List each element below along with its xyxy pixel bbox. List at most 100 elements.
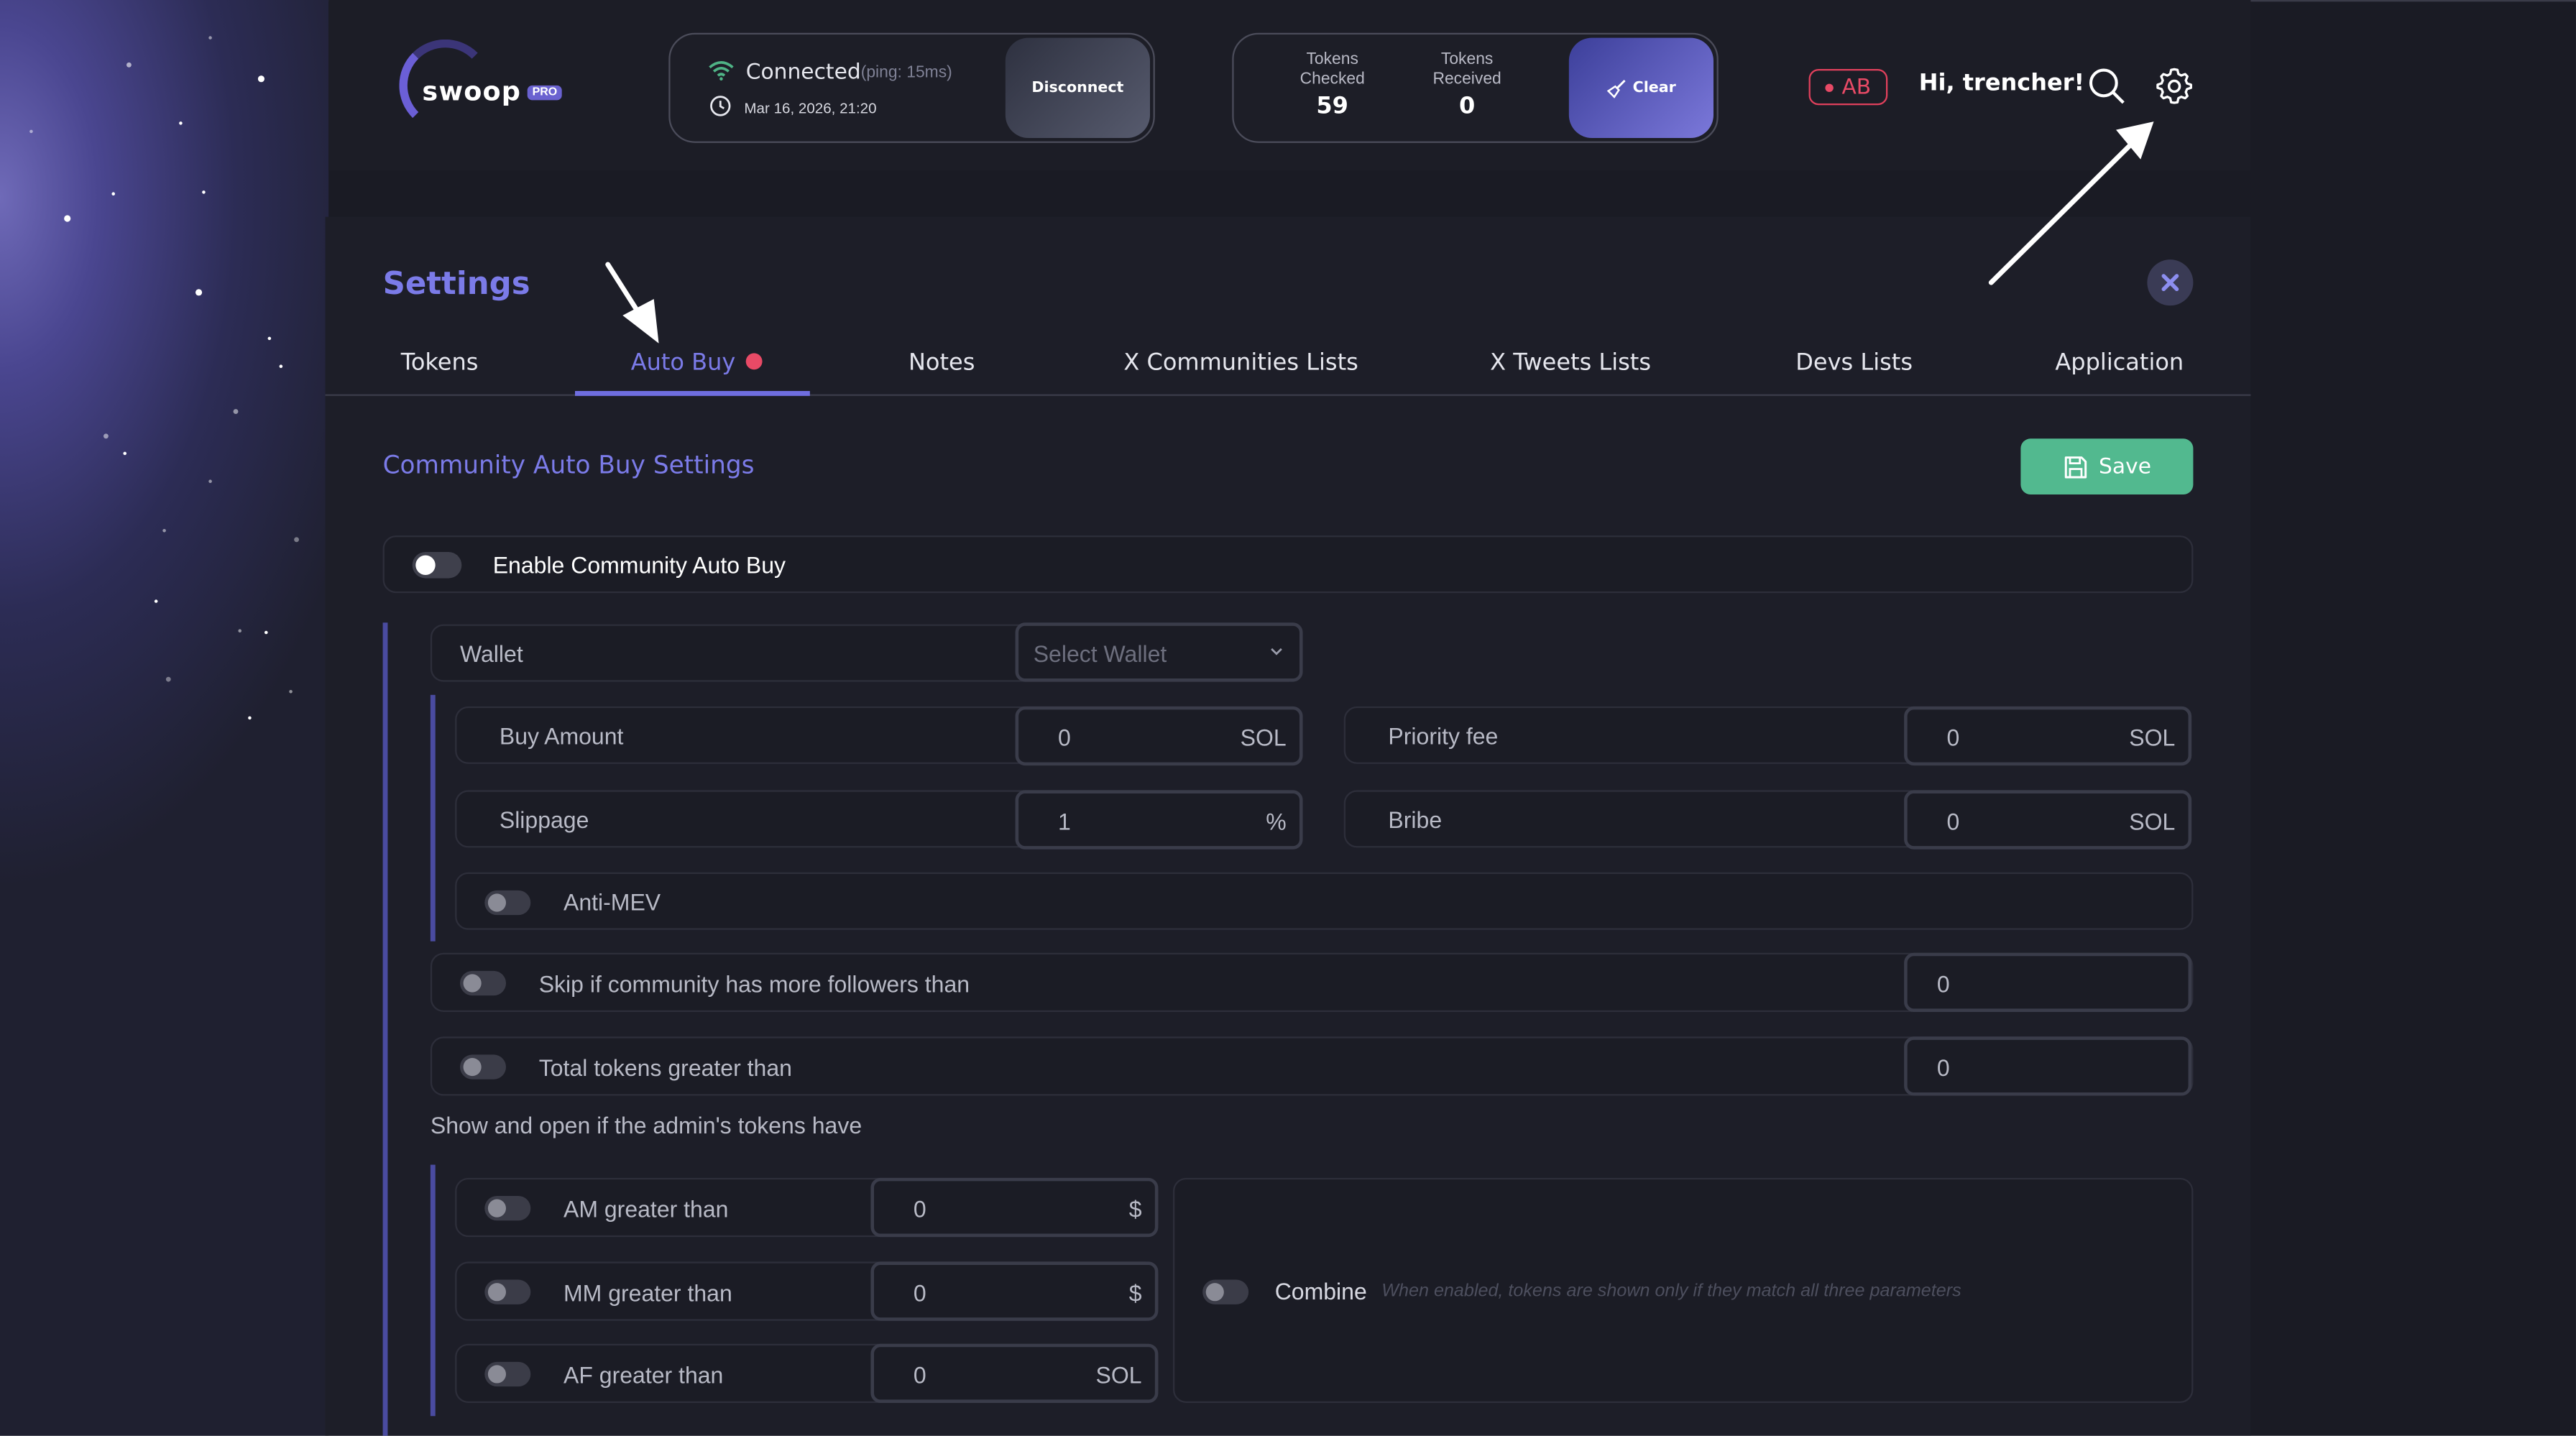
star (123, 451, 126, 456)
star (126, 62, 132, 68)
combine-label: Combine (1274, 1278, 1367, 1304)
section-title: Community Auto Buy Settings (382, 450, 755, 480)
skip-followers-input[interactable]: 0 (1904, 952, 2192, 1012)
toggle-knob (487, 1365, 506, 1384)
active-tab-underline (574, 390, 810, 396)
close-icon (2161, 274, 2179, 292)
buy-amount-value: 0 (1057, 724, 1071, 751)
star (165, 676, 171, 682)
slippage-label: Slippage (499, 806, 589, 833)
total-tokens-label: Total tokens greater than (538, 1054, 792, 1081)
save-icon (2064, 455, 2087, 478)
star (202, 190, 206, 194)
broom-icon (1606, 78, 1626, 98)
disconnect-button[interactable]: Disconnect (1005, 37, 1150, 138)
mm-toggle[interactable] (484, 1279, 531, 1304)
star (162, 528, 166, 533)
skip-followers-label: Skip if community has more followers tha… (538, 970, 970, 998)
ab-label: AB (1841, 74, 1872, 100)
tokens-received-value: 0 (1458, 93, 1476, 120)
slippage-input[interactable]: 1 % (1015, 790, 1303, 850)
af-unit: SOL (1095, 1361, 1142, 1389)
tab-auto-buy-label: Auto Buy (630, 349, 736, 377)
enable-row: Enable Community Auto Buy (382, 535, 2194, 594)
tokens-checked: Tokens Checked 59 (1275, 51, 1390, 120)
total-tokens-toggle[interactable] (459, 1054, 506, 1080)
gear-icon[interactable] (2156, 68, 2194, 106)
mm-value: 0 (913, 1279, 926, 1307)
am-value: 0 (913, 1195, 926, 1223)
tab-auto-buy[interactable]: Auto Buy (630, 349, 762, 377)
tokens-received-label: Tokens Received (1432, 50, 1501, 89)
logo[interactable]: swoop PRO (399, 39, 579, 138)
ab-dot (1825, 83, 1834, 91)
ab-badge[interactable]: AB (1808, 68, 1888, 106)
skip-followers-toggle[interactable] (459, 970, 506, 996)
star (279, 364, 283, 368)
tokens-checked-label: Tokens Checked (1300, 50, 1365, 89)
star (29, 129, 33, 134)
toggle-knob (487, 1199, 506, 1218)
star (267, 336, 272, 341)
star (289, 689, 293, 694)
enable-auto-buy-toggle[interactable] (412, 551, 462, 579)
tab-x-communities-lists[interactable]: X Communities Lists (1123, 350, 1358, 377)
trade-indent-bar (430, 694, 436, 942)
am-label: AM greater than (563, 1195, 729, 1223)
star (238, 629, 242, 632)
bribe-label: Bribe (1388, 806, 1443, 833)
tab-tokens[interactable]: Tokens (401, 350, 479, 377)
wallet-select[interactable]: Select Wallet (1015, 622, 1303, 682)
tab-notes[interactable]: Notes (908, 350, 975, 377)
af-toggle[interactable] (484, 1361, 531, 1387)
clear-button[interactable]: Clear (1568, 37, 1714, 138)
af-label: AF greater than (563, 1361, 724, 1389)
buy-amount-label: Buy Amount (499, 722, 624, 750)
bribe-input[interactable]: 0 SOL (1904, 790, 2192, 850)
am-toggle[interactable] (484, 1195, 531, 1221)
section-indent-bar (382, 622, 388, 1436)
buy-amount-unit: SOL (1240, 724, 1287, 751)
combine-box: Combine When enabled, tokens are shown o… (1172, 1177, 2194, 1403)
user-greeting: Hi, trencher! (1918, 70, 2085, 97)
chevron-down-icon (1271, 648, 1282, 655)
tab-application[interactable]: Application (2055, 350, 2184, 377)
combine-toggle[interactable] (1202, 1279, 1249, 1304)
star (179, 121, 183, 125)
af-input[interactable]: 0 SOL (870, 1343, 1159, 1403)
toggle-knob (463, 1057, 482, 1077)
af-value: 0 (913, 1361, 926, 1389)
buy-amount-input[interactable]: 0 SOL (1015, 706, 1303, 766)
star (195, 289, 203, 296)
mm-input[interactable]: 0 $ (870, 1261, 1159, 1321)
anti-mev-toggle[interactable] (484, 890, 531, 916)
am-input[interactable]: 0 $ (870, 1177, 1159, 1238)
slippage-unit: % (1266, 808, 1287, 835)
tab-alert-dot (745, 353, 762, 370)
tokens-panel: Tokens Checked 59 Tokens Received 0 Clea… (1232, 32, 1719, 143)
connection-datetime: Mar 16, 2026, 21:20 (744, 100, 877, 117)
tab-x-tweets-lists[interactable]: X Tweets Lists (1490, 350, 1651, 377)
admin-indent-bar (430, 1164, 436, 1417)
enable-auto-buy-label: Enable Community Auto Buy (492, 551, 786, 579)
toggle-knob (415, 555, 436, 575)
app-window: swoop PRO Connected (ping: 15ms) Mar 16,… (0, 0, 2576, 1436)
close-settings-button[interactable] (2147, 259, 2194, 306)
search-icon[interactable] (2088, 68, 2126, 106)
total-tokens-input[interactable]: 0 (1904, 1036, 2192, 1096)
tokens-checked-value: 59 (1316, 93, 1348, 120)
star (111, 192, 115, 195)
star (208, 479, 212, 483)
anti-mev-row: Anti-MEV (455, 872, 2194, 930)
mm-unit: $ (1128, 1279, 1142, 1307)
bribe-unit: SOL (2129, 808, 2176, 835)
admin-section-label: Show and open if the admin's tokens have (430, 1112, 862, 1138)
save-button[interactable]: Save (2020, 438, 2194, 494)
star (208, 36, 212, 40)
priority-fee-input[interactable]: 0 SOL (1904, 706, 2192, 766)
am-unit: $ (1128, 1195, 1142, 1223)
star (257, 75, 264, 83)
toggle-knob (1205, 1283, 1224, 1302)
star (103, 433, 109, 439)
tab-devs-lists[interactable]: Devs Lists (1795, 350, 1913, 377)
